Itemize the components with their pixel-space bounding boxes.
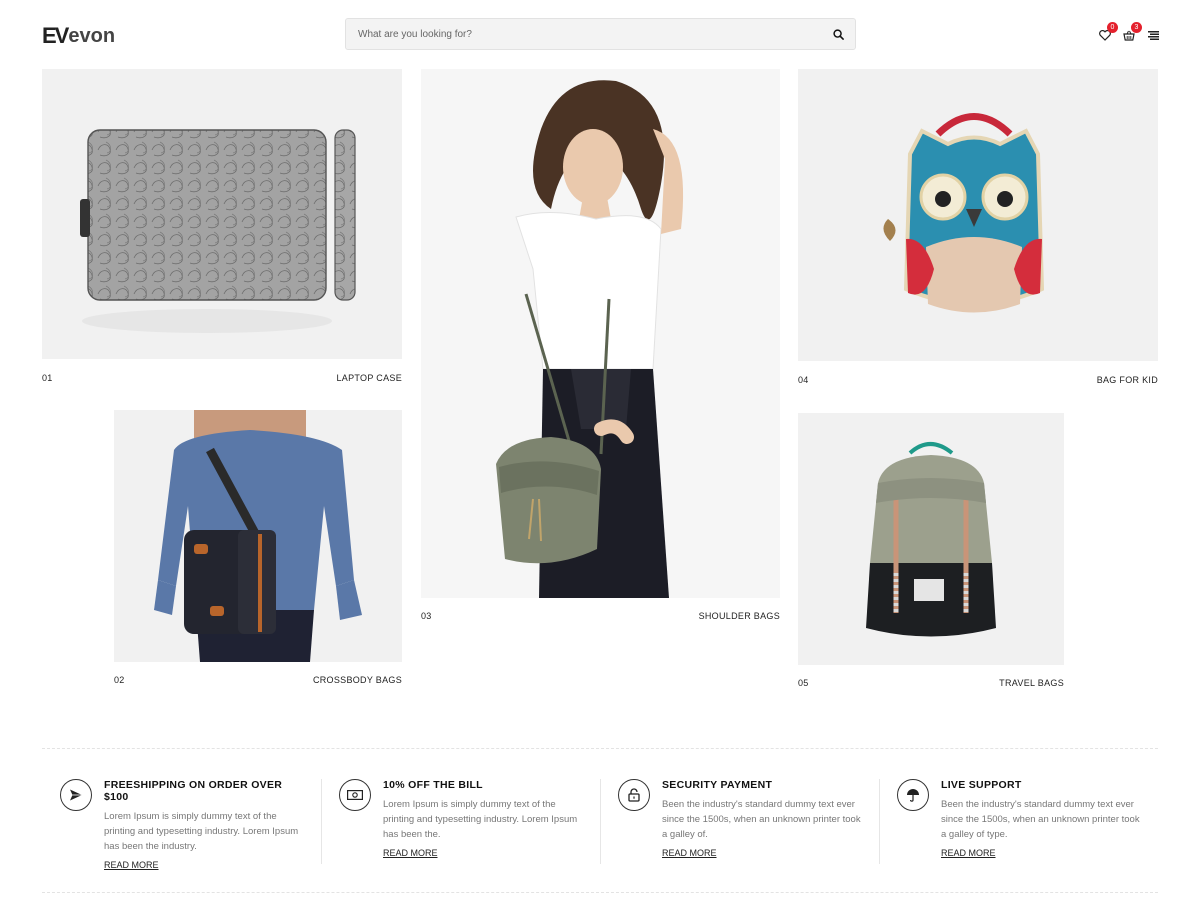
product-image [421,69,780,598]
product-number: 04 [798,375,809,385]
product-tile-crossbody-bags[interactable]: 02 CROSSBODY BAGS [114,410,402,688]
search-input[interactable] [346,19,821,49]
airplane-icon [70,789,82,801]
divider-bottom [42,892,1158,893]
feature-title: SECURITY PAYMENT [662,779,773,791]
product-name[interactable]: TRAVEL BAGS [999,678,1064,688]
divider-top [42,748,1158,749]
menu-button[interactable] [1146,28,1160,42]
crossbody-bag-illustration [154,410,362,662]
product-image [798,69,1158,361]
feature-text: Lorem Ipsum is simply dummy text of the … [104,811,299,852]
search-icon [832,28,844,40]
product-name[interactable]: BAG FOR KID [1097,375,1158,385]
product-image [114,410,402,662]
feature-title: LIVE SUPPORT [941,779,1022,791]
feature-title: FREESHIPPING ON ORDER OVER $100 [104,779,283,803]
wishlist-count-badge: 0 [1107,22,1118,33]
read-more-link[interactable]: READ MORE [941,848,996,858]
header-actions: 0 3 [1098,22,1160,42]
product-tile-travel-bags[interactable]: 05 TRAVEL BAGS [798,413,1064,691]
cart-count-badge: 3 [1131,22,1142,33]
product-number: 03 [421,611,432,621]
product-name[interactable]: CROSSBODY BAGS [313,675,402,685]
product-image [798,413,1064,665]
product-number: 05 [798,678,809,688]
product-tile-bag-for-kid[interactable]: 04 BAG FOR KID [798,69,1158,387]
shoulder-bag-model-illustration [496,80,684,598]
feature-title: 10% OFF THE BILL [383,779,483,791]
wishlist-button[interactable]: 0 [1098,22,1118,42]
product-name[interactable]: LAPTOP CASE [337,373,403,383]
product-meta: 03 SHOULDER BAGS [421,611,780,621]
product-tile-shoulder-bags[interactable]: 03 SHOULDER BAGS [421,69,780,625]
feature-security-payment: SECURITY PAYMENT Been the industry's sta… [600,779,879,869]
product-meta: 04 BAG FOR KID [798,375,1158,385]
product-tile-laptop-case[interactable]: 01 LAPTOP CASE [42,69,402,385]
feature-icon-circle [339,779,371,811]
feature-free-shipping: FREESHIPPING ON ORDER OVER $100 Lorem Ip… [42,779,321,870]
features-row: FREESHIPPING ON ORDER OVER $100 Lorem Ip… [42,779,1158,870]
read-more-link[interactable]: READ MORE [104,860,159,870]
umbrella-icon [907,789,919,802]
read-more-link[interactable]: READ MORE [383,848,438,858]
owl-backpack-illustration [883,113,1045,313]
feature-text: Lorem Ipsum is simply dummy text of the … [383,799,578,840]
feature-discount: 10% OFF THE BILL Lorem Ipsum is simply d… [321,779,600,869]
search-bar [345,18,856,50]
travel-backpack-illustration [866,442,996,637]
feature-text: Been the industry's standard dummy text … [662,799,861,840]
product-number: 02 [114,675,125,685]
product-meta: 02 CROSSBODY BAGS [114,675,402,685]
product-meta: 05 TRAVEL BAGS [798,678,1064,688]
feature-live-support: LIVE SUPPORT Been the industry's standar… [879,779,1158,869]
cart-button[interactable]: 3 [1122,22,1142,42]
product-meta: 01 LAPTOP CASE [42,373,402,383]
feature-text: Been the industry's standard dummy text … [941,799,1140,840]
logo-mark: EV [42,23,69,48]
read-more-link[interactable]: READ MORE [662,848,717,858]
feature-icon-circle [60,779,92,811]
feature-icon-circle [897,779,929,811]
money-icon [347,790,363,801]
hamburger-menu-icon [1147,30,1159,40]
brand-logo[interactable]: EV evon [42,23,116,48]
search-button[interactable] [821,19,855,49]
laptop-case-illustration [80,129,356,333]
product-number: 01 [42,373,53,383]
logo-wordmark: evon [68,25,116,47]
lock-icon [628,788,640,802]
product-name[interactable]: SHOULDER BAGS [699,611,780,621]
product-image [42,69,402,359]
feature-icon-circle [618,779,650,811]
